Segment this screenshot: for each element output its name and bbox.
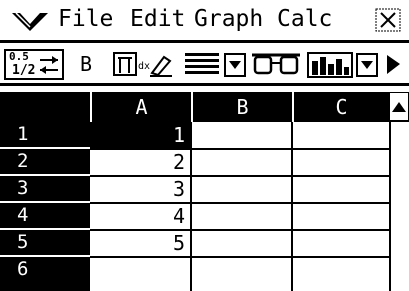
cell-a4[interactable]: 4 (90, 203, 191, 230)
bold-button-label: B (80, 52, 93, 76)
menu-file[interactable]: File (58, 5, 113, 33)
formula-button[interactable]: dx (112, 49, 176, 80)
glasses-icon (252, 53, 300, 75)
fraction-decimal-button[interactable]: 0.5 1/2 (4, 49, 64, 80)
row-header-5[interactable]: 5 (0, 230, 90, 257)
grid-line (90, 148, 389, 150)
grid-line (90, 256, 389, 258)
cell-c4[interactable] (292, 203, 389, 230)
cell-b1[interactable] (191, 122, 292, 149)
close-icon[interactable] (375, 8, 401, 32)
chevron-down-icon (356, 53, 378, 77)
toolbar-scroll-right-button[interactable] (382, 49, 404, 80)
cell-a5[interactable]: 5 (90, 230, 191, 257)
view-button[interactable] (250, 49, 302, 80)
spreadsheet-grid: A B C 1 2 3 4 5 6 1 2 3 4 5 (0, 92, 409, 291)
row-header-2[interactable]: 2 (0, 149, 90, 176)
row-header-6[interactable]: 6 (0, 257, 90, 291)
grid-line (90, 202, 389, 204)
cell-b6[interactable] (191, 257, 292, 284)
formula-icon: dx (113, 52, 172, 77)
bold-button[interactable]: B (72, 49, 106, 80)
cell-b2[interactable] (191, 149, 292, 176)
corner-cell[interactable] (0, 92, 90, 122)
row-header-3[interactable]: 3 (0, 176, 90, 203)
grid-line (90, 175, 389, 177)
cell-a1[interactable]: 1 (90, 122, 191, 149)
cell-a6[interactable] (90, 257, 191, 284)
cell-a3[interactable]: 3 (90, 176, 191, 203)
cell-c2[interactable] (292, 149, 389, 176)
cell-b5[interactable] (191, 230, 292, 257)
graph-type-button[interactable] (306, 49, 354, 80)
cell-a2[interactable]: 2 (90, 149, 191, 176)
menu-chevron-icon[interactable] (10, 10, 50, 32)
cell-c3[interactable] (292, 176, 389, 203)
menu-graph[interactable]: Graph (194, 5, 263, 33)
align-button[interactable] (182, 49, 222, 80)
align-dropdown[interactable] (224, 49, 246, 80)
svg-text:dx: dx (138, 61, 150, 72)
fraction-button-bottom: 1/2 (12, 63, 36, 78)
column-header-c[interactable]: C (292, 92, 389, 122)
cell-b3[interactable] (191, 176, 292, 203)
row-header-4[interactable]: 4 (0, 203, 90, 230)
menu-calc[interactable]: Calc (277, 5, 332, 33)
toolbar: 0.5 1/2 B dx (0, 40, 409, 86)
menu-edit[interactable]: Edit (130, 5, 185, 33)
column-header-a[interactable]: A (90, 92, 191, 122)
arrow-right-icon (387, 55, 400, 74)
grid-line (190, 122, 192, 291)
chevron-down-icon (224, 53, 246, 77)
cell-c1[interactable] (292, 122, 389, 149)
cell-b4[interactable] (191, 203, 292, 230)
column-header-b[interactable]: B (191, 92, 292, 122)
menu-bar: File Edit Graph Calc (0, 0, 409, 40)
cell-c6[interactable] (292, 257, 389, 284)
swap-arrows-icon (40, 56, 58, 74)
scroll-up-arrow-icon[interactable] (389, 92, 409, 122)
fraction-button-top: 0.5 (9, 50, 29, 63)
graph-type-dropdown[interactable] (356, 49, 378, 80)
row-header-1[interactable]: 1 (0, 122, 90, 149)
bar-graph-icon (307, 52, 353, 78)
align-lines-icon (185, 53, 219, 74)
cell-c5[interactable] (292, 230, 389, 257)
grid-line (90, 229, 389, 231)
grid-line (291, 122, 293, 291)
